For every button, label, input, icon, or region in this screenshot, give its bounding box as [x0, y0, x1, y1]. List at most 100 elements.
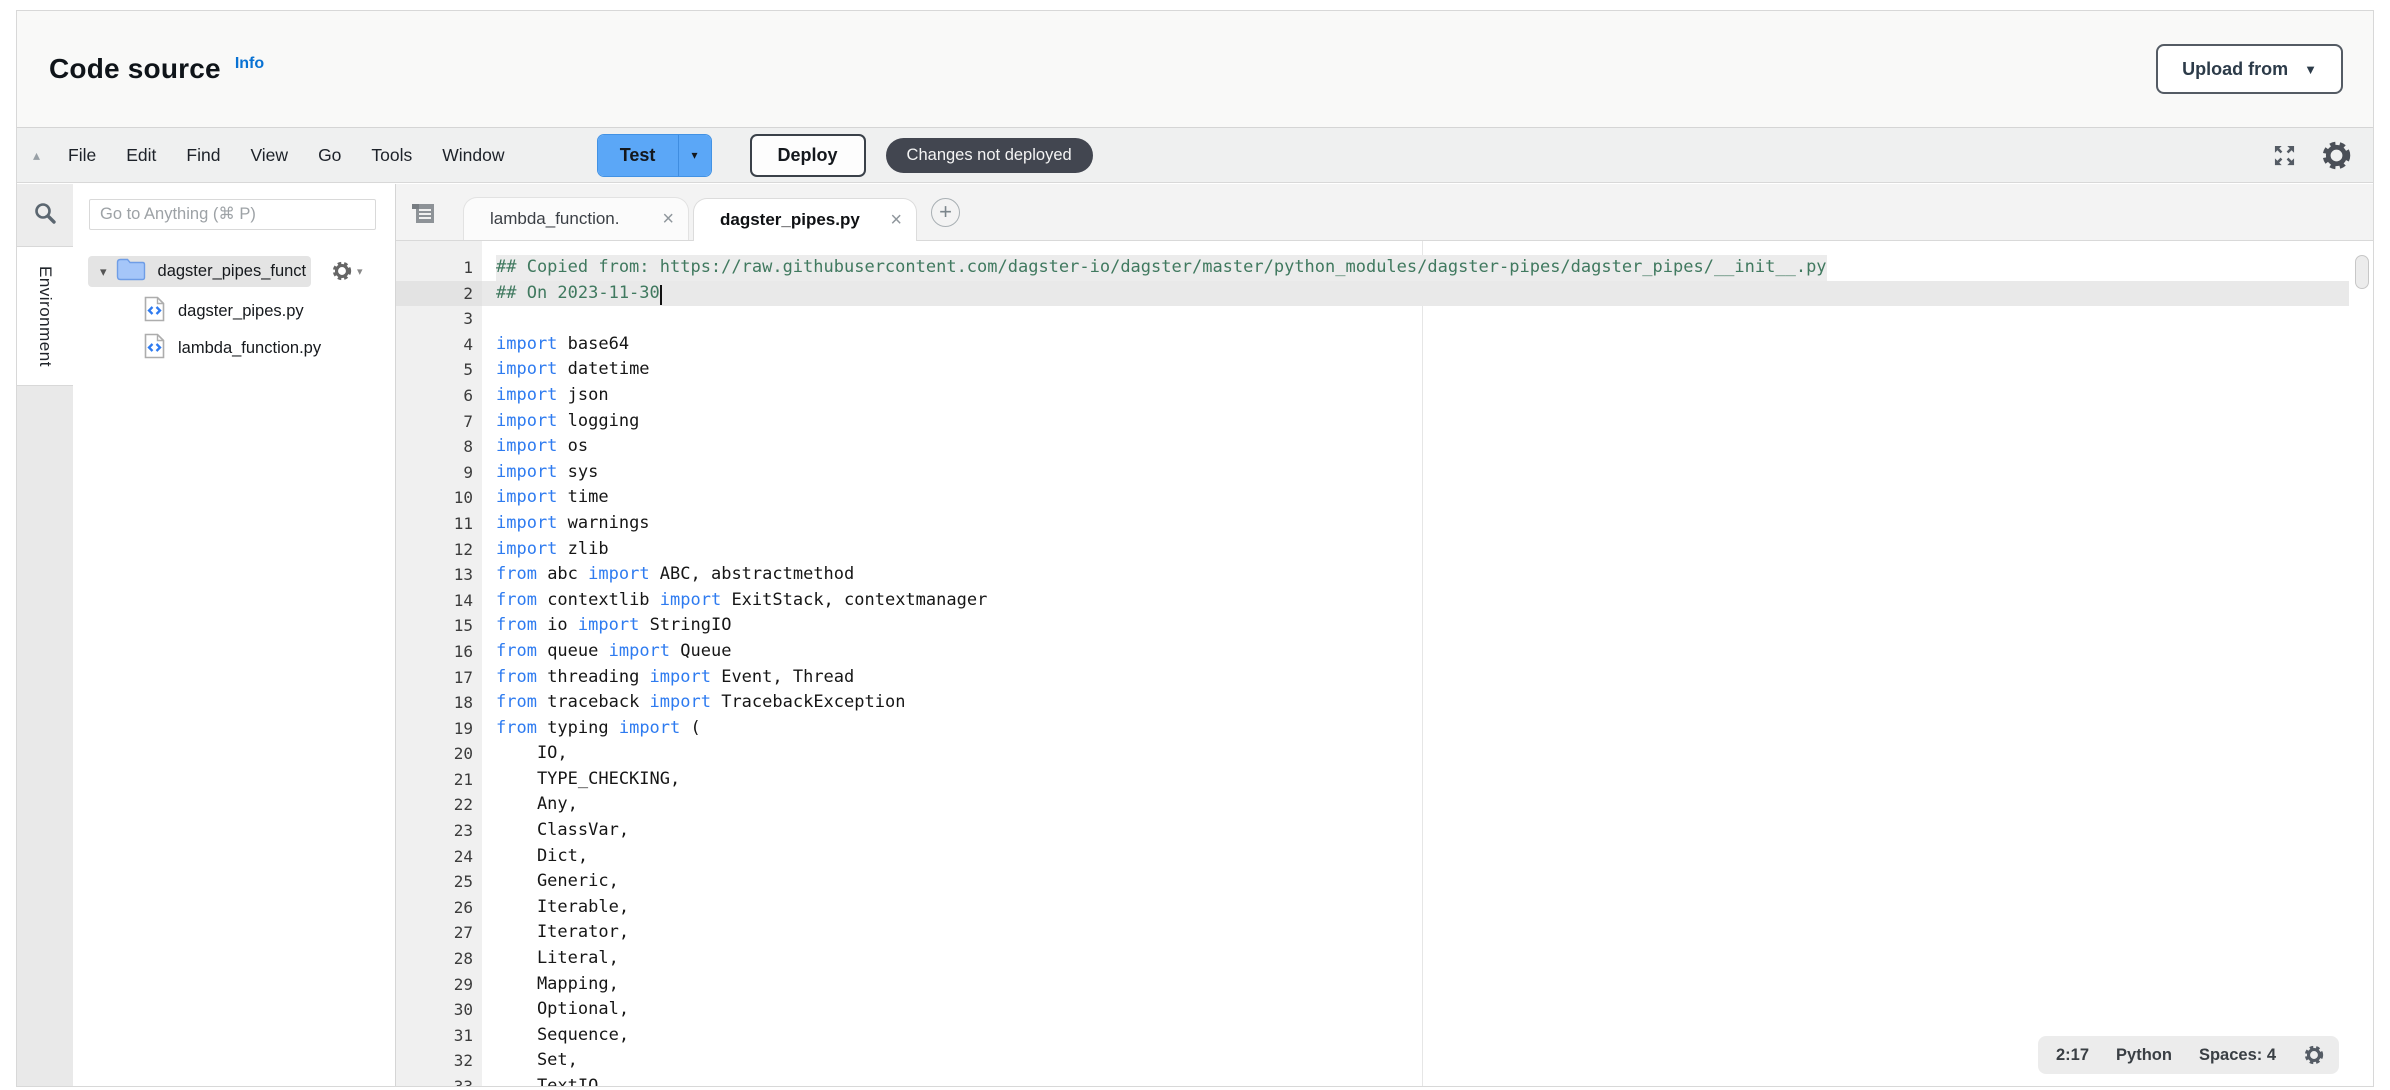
line-number[interactable]: 10 — [396, 485, 482, 511]
upload-from-button[interactable]: Upload from ▼ — [2156, 44, 2343, 94]
collapse-panel-icon[interactable]: ▴ — [33, 147, 40, 164]
line-number[interactable]: 3 — [396, 306, 482, 332]
line-number[interactable]: 32 — [396, 1048, 482, 1074]
gear-icon[interactable] — [2320, 139, 2353, 172]
line-number[interactable]: 5 — [396, 357, 482, 383]
line-number[interactable]: 14 — [396, 588, 482, 614]
line-number[interactable]: 17 — [396, 665, 482, 691]
code-line[interactable]: 10import time — [396, 485, 2349, 511]
editor-settings-gear-icon[interactable] — [2303, 1044, 2325, 1066]
info-link[interactable]: Info — [235, 55, 264, 73]
cursor-position[interactable]: 2:17 — [2056, 1046, 2089, 1065]
code-line[interactable]: 3 — [396, 306, 2349, 332]
vertical-scrollbar[interactable] — [2355, 255, 2369, 289]
code-line[interactable]: 30 Optional, — [396, 997, 2349, 1023]
new-tab-button[interactable]: + — [931, 198, 960, 227]
code-line[interactable]: 2## On 2023-11-30 — [396, 281, 2349, 307]
tree-file-dagster_pipes-py[interactable]: dagster_pipes.py — [73, 293, 395, 330]
code-line[interactable]: 12import zlib — [396, 537, 2349, 563]
code-line[interactable]: 17from threading import Event, Thread — [396, 665, 2349, 691]
line-number[interactable]: 18 — [396, 690, 482, 716]
line-number[interactable]: 25 — [396, 869, 482, 895]
code-line[interactable]: 1## Copied from: https://raw.githubuserc… — [396, 255, 2349, 281]
code-line[interactable]: 8import os — [396, 434, 2349, 460]
line-number[interactable]: 21 — [396, 767, 482, 793]
code-line[interactable]: 19from typing import ( — [396, 716, 2349, 742]
code-line[interactable]: 7import logging — [396, 409, 2349, 435]
tab-list-icon[interactable] — [408, 200, 438, 232]
line-number[interactable]: 15 — [396, 613, 482, 639]
code-line-text: import base64 — [496, 332, 629, 358]
language-mode[interactable]: Python — [2116, 1046, 2172, 1065]
line-number[interactable]: 27 — [396, 920, 482, 946]
code-line[interactable]: 4 import base64 — [396, 332, 2349, 358]
line-number[interactable]: 16 — [396, 639, 482, 665]
line-number[interactable]: 1 — [396, 255, 482, 281]
code-line[interactable]: 5import datetime — [396, 357, 2349, 383]
close-icon[interactable]: × — [662, 208, 674, 231]
line-number[interactable]: 22 — [396, 792, 482, 818]
close-icon[interactable]: × — [890, 209, 902, 232]
code-line[interactable]: 18from traceback import TracebackExcepti… — [396, 690, 2349, 716]
code-line[interactable]: 20 IO, — [396, 741, 2349, 767]
line-number[interactable]: 8 — [396, 434, 482, 460]
code-line[interactable]: 25 Generic, — [396, 869, 2349, 895]
code-line[interactable]: 23 ClassVar, — [396, 818, 2349, 844]
tab-lambda-function[interactable]: lambda_function. × — [463, 197, 689, 240]
line-number[interactable]: 29 — [396, 972, 482, 998]
fullscreen-icon[interactable] — [2271, 142, 2298, 169]
line-number[interactable]: 20 — [396, 741, 482, 767]
menu-item-file[interactable]: File — [68, 145, 96, 166]
tree-settings-button[interactable]: ▾ — [331, 260, 363, 282]
test-dropdown-button[interactable]: ▾ — [678, 135, 711, 176]
menu-item-view[interactable]: View — [250, 145, 288, 166]
test-button[interactable]: Test — [598, 135, 678, 176]
line-number[interactable]: 33 — [396, 1074, 482, 1086]
search-icon-cell[interactable] — [17, 184, 73, 246]
line-number[interactable]: 9 — [396, 460, 482, 486]
code-line[interactable]: 6import json — [396, 383, 2349, 409]
menu-item-edit[interactable]: Edit — [126, 145, 156, 166]
code-line[interactable]: 16from queue import Queue — [396, 639, 2349, 665]
code-line[interactable]: 15from io import StringIO — [396, 613, 2349, 639]
line-number[interactable]: 6 — [396, 383, 482, 409]
tab-dagster-pipes[interactable]: dagster_pipes.py × — [693, 198, 917, 241]
deploy-button[interactable]: Deploy — [750, 134, 866, 177]
environment-tab[interactable]: Environment — [17, 246, 73, 386]
code-line[interactable]: 9import sys — [396, 460, 2349, 486]
line-number[interactable]: 13 — [396, 562, 482, 588]
tree-file-lambda_function-py[interactable]: lambda_function.py — [73, 330, 395, 367]
menu-item-tools[interactable]: Tools — [371, 145, 412, 166]
menu-item-go[interactable]: Go — [318, 145, 341, 166]
line-number[interactable]: 26 — [396, 895, 482, 921]
line-number[interactable]: 30 — [396, 997, 482, 1023]
line-number[interactable]: 31 — [396, 1023, 482, 1049]
code-line[interactable]: 22 Any, — [396, 792, 2349, 818]
line-number[interactable]: 23 — [396, 818, 482, 844]
line-number[interactable]: 12 — [396, 537, 482, 563]
code-line[interactable]: 29 Mapping, — [396, 972, 2349, 998]
code-line[interactable]: 14from contextlib import ExitStack, cont… — [396, 588, 2349, 614]
code-line[interactable]: 26 Iterable, — [396, 895, 2349, 921]
line-number[interactable]: 28 — [396, 946, 482, 972]
line-number[interactable]: 4 — [396, 332, 482, 358]
line-number[interactable]: 7 — [396, 409, 482, 435]
line-number[interactable]: 19 — [396, 716, 482, 742]
line-number[interactable]: 2 — [396, 281, 482, 307]
tree-folder-row[interactable]: ▾ dagster_pipes_funct — [88, 256, 311, 287]
code-line[interactable]: 11import warnings — [396, 511, 2349, 537]
code-line[interactable]: 28 Literal, — [396, 946, 2349, 972]
code-line[interactable]: 13from abc import ABC, abstractmethod — [396, 562, 2349, 588]
indent-setting[interactable]: Spaces: 4 — [2199, 1046, 2276, 1065]
goto-anything-input[interactable] — [89, 199, 376, 230]
code-line[interactable]: 24 Dict, — [396, 844, 2349, 870]
code-editor[interactable]: 1## Copied from: https://raw.githubuserc… — [396, 241, 2373, 1086]
code-line[interactable]: 33 TextIO — [396, 1074, 2349, 1086]
menu-item-window[interactable]: Window — [442, 145, 504, 166]
code-line[interactable]: 27 Iterator, — [396, 920, 2349, 946]
editor-main: lambda_function. × dagster_pipes.py × + … — [396, 184, 2373, 1086]
line-number[interactable]: 24 — [396, 844, 482, 870]
menu-item-find[interactable]: Find — [186, 145, 220, 166]
code-line[interactable]: 21 TYPE_CHECKING, — [396, 767, 2349, 793]
line-number[interactable]: 11 — [396, 511, 482, 537]
